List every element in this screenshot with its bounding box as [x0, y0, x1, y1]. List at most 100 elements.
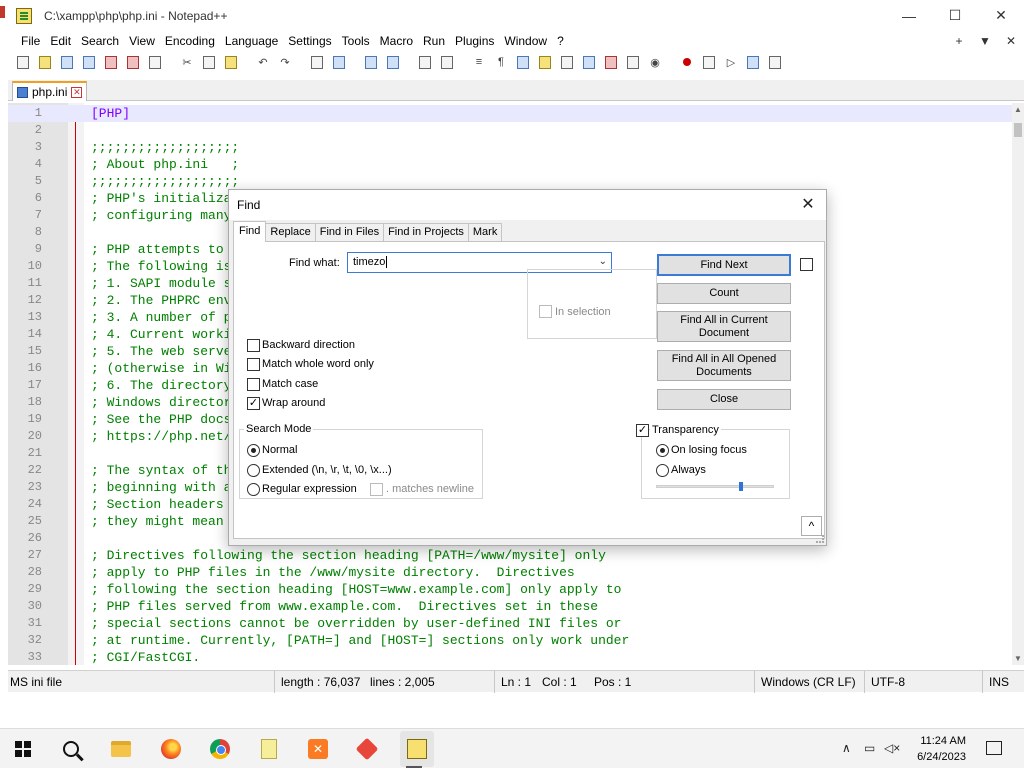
git-taskbar[interactable] [354, 736, 380, 762]
paste-icon[interactable] [222, 53, 240, 71]
maximize-button[interactable]: ☐ [932, 0, 978, 31]
close-button[interactable]: Close [657, 389, 791, 410]
close-window-button[interactable]: ✕ [978, 0, 1024, 31]
match-case-checkbox[interactable] [247, 378, 260, 391]
menu-window[interactable]: Window [499, 34, 552, 48]
backward-direction-checkbox[interactable] [247, 339, 260, 352]
status-eol[interactable]: Windows (CR LF) [754, 671, 856, 693]
xampp-taskbar[interactable]: ✕ [305, 736, 331, 762]
find-next-button[interactable]: Find Next [657, 254, 791, 276]
search-mode-extended-radio[interactable] [247, 464, 260, 477]
save-all-icon[interactable] [80, 53, 98, 71]
tab-find-in-files[interactable]: Find in Files [314, 223, 385, 242]
menu-run[interactable]: Run [418, 34, 450, 48]
save-icon[interactable] [58, 53, 76, 71]
undo-icon[interactable]: ↶ [254, 53, 272, 71]
menu-plugins[interactable]: Plugins [450, 34, 499, 48]
match-whole-word-checkbox[interactable] [247, 358, 260, 371]
print-icon[interactable] [146, 53, 164, 71]
file-explorer-taskbar[interactable] [108, 736, 134, 762]
url-link[interactable]: ; https://php.net/ [91, 428, 231, 445]
tab-find-in-projects[interactable]: Find in Projects [383, 223, 469, 242]
network-icon[interactable]: ▭ [864, 741, 875, 755]
dialog-close-icon[interactable]: ✕ [798, 195, 818, 215]
vertical-scrollbar[interactable]: ▲ ▼ [1012, 103, 1024, 665]
doc-map-icon[interactable] [558, 53, 576, 71]
doc-list-icon[interactable] [580, 53, 598, 71]
wrap-around-checkbox[interactable]: ✓ [247, 397, 260, 410]
show-all-chars-icon[interactable]: ¶ [492, 53, 510, 71]
always-radio[interactable] [656, 464, 669, 477]
on-losing-focus-radio[interactable] [656, 444, 669, 457]
scroll-down-icon[interactable]: ▼ [1014, 654, 1022, 663]
sync-horizontal-icon[interactable] [438, 53, 456, 71]
resize-grip-icon[interactable] [816, 535, 824, 543]
notification-icon[interactable] [986, 741, 1002, 755]
new-file-icon[interactable] [14, 53, 32, 71]
chrome-taskbar[interactable] [207, 736, 233, 762]
udl-icon[interactable] [536, 53, 554, 71]
close-tab-icon[interactable]: ✕ [71, 86, 83, 98]
new-tab-icon[interactable]: + [946, 34, 972, 48]
play-macro-icon[interactable]: ▷ [722, 53, 740, 71]
zoom-in-icon[interactable] [362, 53, 380, 71]
scroll-thumb[interactable] [1014, 123, 1022, 137]
open-file-icon[interactable] [36, 53, 54, 71]
volume-muted-icon[interactable]: ◁× [884, 741, 900, 755]
find-icon[interactable] [308, 53, 326, 71]
scroll-up-icon[interactable]: ▲ [1014, 105, 1022, 114]
collapse-dialog-button[interactable]: ^ [801, 516, 822, 536]
menu-language[interactable]: Language [220, 34, 283, 48]
close-all-icon[interactable] [124, 53, 142, 71]
matches-newline-checkbox[interactable] [370, 483, 383, 496]
transparency-checkbox[interactable]: ✓ [636, 424, 649, 437]
menu-settings[interactable]: Settings [283, 34, 336, 48]
sync-vertical-icon[interactable] [416, 53, 434, 71]
monitoring-icon[interactable]: ◉ [646, 53, 664, 71]
run-macro-multiple-icon[interactable] [744, 53, 762, 71]
folder-workspace-icon[interactable] [624, 53, 642, 71]
start-button[interactable] [10, 736, 36, 762]
tab-find[interactable]: Find [233, 221, 267, 242]
transparency-slider[interactable] [656, 482, 774, 491]
status-encoding[interactable]: UTF-8 [864, 671, 905, 693]
find-all-opened-button[interactable]: Find All in All Opened Documents [657, 350, 791, 381]
minimize-button[interactable]: — [886, 0, 932, 31]
menu-encoding[interactable]: Encoding [160, 34, 220, 48]
chevron-down-icon[interactable]: ⌄ [599, 256, 607, 267]
replace-icon[interactable] [330, 53, 348, 71]
status-insert-mode[interactable]: INS [982, 671, 1009, 693]
tab-php-ini[interactable]: php.ini ✕ [12, 81, 88, 101]
indent-guide-icon[interactable] [514, 53, 532, 71]
menu-macro[interactable]: Macro [375, 34, 418, 48]
menu-file[interactable]: File [16, 34, 45, 48]
notes-taskbar[interactable] [256, 736, 282, 762]
taskbar-clock[interactable]: 11:24 AM 6/24/2023 [917, 733, 966, 765]
close-file-icon[interactable] [102, 53, 120, 71]
word-wrap-icon[interactable]: ≡ [470, 53, 488, 71]
search-mode-normal-radio[interactable] [247, 444, 260, 457]
redo-icon[interactable]: ↷ [276, 53, 294, 71]
firefox-taskbar[interactable] [158, 736, 184, 762]
count-button[interactable]: Count [657, 283, 791, 304]
stop-macro-icon[interactable] [700, 53, 718, 71]
in-selection-checkbox[interactable] [539, 305, 552, 318]
function-list-icon[interactable] [602, 53, 620, 71]
find-all-current-button[interactable]: Find All in Current Document [657, 311, 791, 342]
record-macro-icon[interactable] [678, 53, 696, 71]
transparency-slider-thumb[interactable] [739, 482, 744, 491]
menu-edit[interactable]: Edit [45, 34, 76, 48]
tray-chevron-up-icon[interactable]: ∧ [842, 741, 851, 755]
save-macro-icon[interactable] [766, 53, 784, 71]
menu-tools[interactable]: Tools [337, 34, 375, 48]
close-doc-icon[interactable]: ✕ [998, 34, 1024, 48]
search-mode-regex-radio[interactable] [247, 483, 260, 496]
search-button[interactable] [58, 736, 84, 762]
tab-mark[interactable]: Mark [467, 223, 503, 242]
menu-help[interactable]: ? [552, 34, 569, 48]
tab-list-icon[interactable]: ▼ [972, 34, 998, 48]
menu-search[interactable]: Search [76, 34, 124, 48]
tab-replace[interactable]: Replace [265, 223, 316, 242]
cut-icon[interactable]: ✂ [178, 53, 196, 71]
zoom-out-icon[interactable] [384, 53, 402, 71]
